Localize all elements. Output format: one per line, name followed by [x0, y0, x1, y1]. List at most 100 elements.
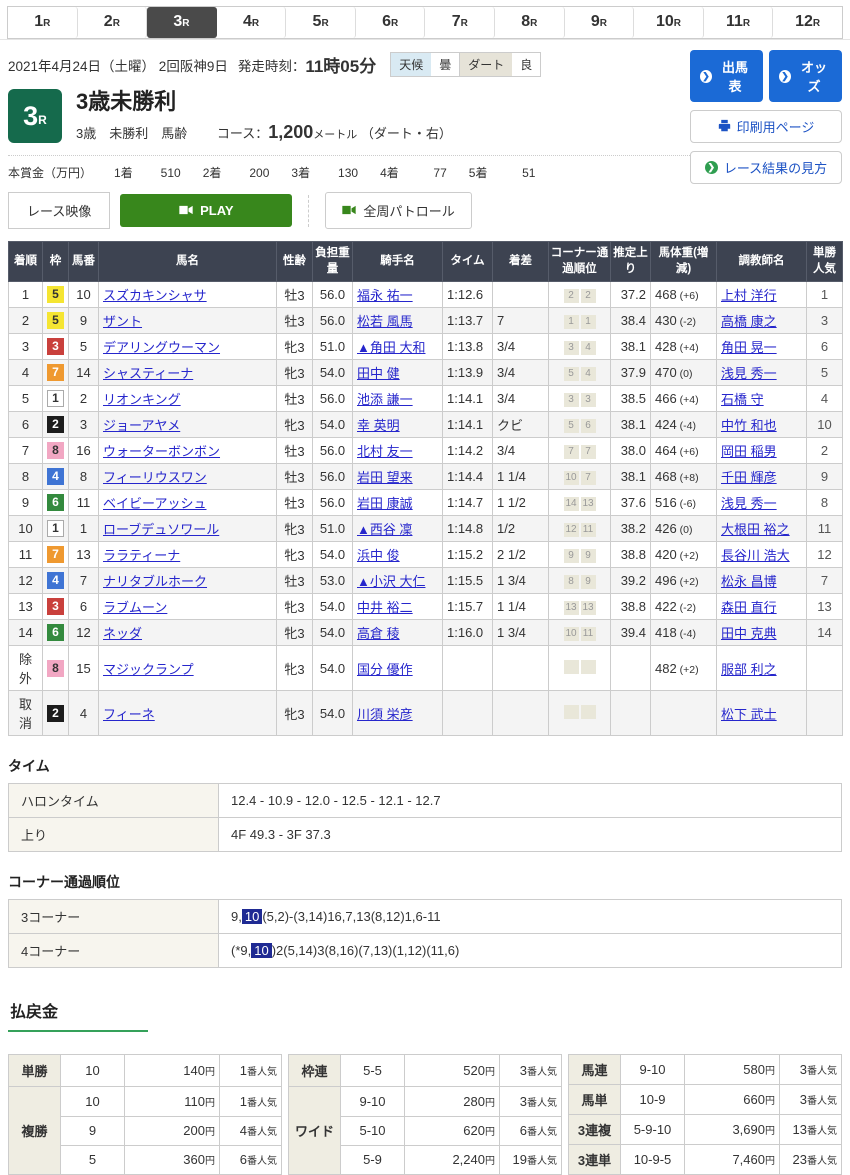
payout-title: 払戻金: [8, 998, 148, 1032]
patrol-video-button[interactable]: 全周パトロール: [325, 192, 471, 229]
horse-name-link[interactable]: フィーネ: [103, 707, 155, 722]
horse-name-link[interactable]: シャスティーナ: [103, 366, 193, 381]
trainer-link[interactable]: 石橋 守: [721, 392, 764, 407]
time-row-label: ハロンタイム: [9, 784, 219, 818]
horse-name-link[interactable]: フィーリウスワン: [103, 470, 207, 485]
corner-box: 7: [564, 445, 579, 459]
trainer-link[interactable]: 中竹 和也: [721, 418, 777, 433]
horse-weight: 466 (+4): [651, 386, 717, 412]
race-tab-6r[interactable]: 6R: [356, 7, 426, 38]
jockey-link[interactable]: ▲西谷 凜: [357, 522, 412, 537]
jockey-link[interactable]: 岩田 康誠: [357, 496, 413, 511]
results-guide-button[interactable]: ❯ レース結果の見方: [690, 151, 842, 184]
jockey-link[interactable]: 川須 栄彦: [357, 707, 413, 722]
print-page-button[interactable]: 印刷用ページ: [690, 110, 842, 143]
jockey-link[interactable]: 池添 謙一: [357, 392, 413, 407]
horse-name-link[interactable]: スズカキンシャサ: [103, 288, 207, 303]
race-tab-4r[interactable]: 4R: [217, 7, 287, 38]
win-popularity: 10: [807, 412, 843, 438]
results-header-row: 着順枠馬番馬名性齢負担重量騎手名タイム着差コーナー通過順位推定上り馬体重(増減)…: [9, 242, 843, 282]
margin: 7: [493, 308, 549, 334]
horse-number: 5: [69, 334, 99, 360]
race-tab-8r[interactable]: 8R: [495, 7, 565, 38]
race-tab-12r[interactable]: 12R: [773, 7, 842, 38]
jockey-link[interactable]: 国分 優作: [357, 662, 413, 677]
race-tab-10r[interactable]: 10R: [634, 7, 704, 38]
column-header: 枠: [43, 242, 69, 282]
horse-name-link[interactable]: ララティーナ: [103, 548, 180, 563]
jockey-link[interactable]: 幸 英明: [357, 418, 400, 433]
jockey-link[interactable]: 岩田 望来: [357, 470, 413, 485]
horse-weight: 420 (+2): [651, 542, 717, 568]
jockey-link[interactable]: 高倉 稜: [357, 626, 400, 641]
jockey-link[interactable]: 北村 友一: [357, 444, 413, 459]
trainer-link[interactable]: 大根田 裕之: [721, 522, 790, 537]
entry-table-button[interactable]: ❯ 出馬表: [690, 50, 763, 102]
payout-amount: 7,460円: [685, 1145, 780, 1175]
payout-amount: 3,690円: [685, 1115, 780, 1145]
finish-position: 取消: [9, 691, 43, 736]
column-header: コーナー通過順位: [549, 242, 611, 282]
horse-weight: 468 (+8): [651, 464, 717, 490]
race-tab-9r[interactable]: 9R: [565, 7, 635, 38]
payout-amount: 280円: [405, 1087, 500, 1116]
horse-name-link[interactable]: ローブデュソワール: [103, 522, 219, 537]
odds-button[interactable]: ❯ オッズ: [769, 50, 842, 102]
trainer-link[interactable]: 浅見 秀一: [721, 366, 777, 381]
corner-box: 6: [581, 419, 596, 433]
horse-name-link[interactable]: ウォーターボンボン: [103, 444, 220, 459]
jockey-link[interactable]: 福永 祐一: [357, 288, 413, 303]
trainer-link[interactable]: 千田 輝彦: [721, 470, 777, 485]
trainer-link[interactable]: 浅見 秀一: [721, 496, 777, 511]
horse-name-link[interactable]: ジョーアヤメ: [103, 418, 180, 433]
corner-box: 12: [564, 523, 579, 537]
trainer-link[interactable]: 上村 洋行: [721, 288, 777, 303]
track-condition-value: 良: [512, 53, 540, 76]
trainer-link[interactable]: 森田 直行: [721, 600, 777, 615]
column-header: 着差: [493, 242, 549, 282]
finish-position: 8: [9, 464, 43, 490]
jockey-link[interactable]: 浜中 俊: [357, 548, 400, 563]
horse-name-link[interactable]: ラブムーン: [103, 600, 167, 615]
payout-row: 複勝10110円1番人気: [9, 1087, 282, 1116]
corner-positions: 1313: [549, 594, 611, 620]
trainer-link[interactable]: 松下 武士: [721, 707, 777, 722]
horse-name-link[interactable]: ベイビーアッシュ: [103, 496, 206, 511]
play-button[interactable]: PLAY: [120, 194, 292, 227]
jockey-link[interactable]: ▲角田 大和: [357, 340, 425, 355]
race-video-label[interactable]: レース映像: [8, 192, 110, 229]
horse-weight: 428 (+4): [651, 334, 717, 360]
race-tab-5r[interactable]: 5R: [286, 7, 356, 38]
horse-number: 2: [69, 386, 99, 412]
trainer-link[interactable]: 岡田 稲男: [721, 444, 777, 459]
race-tab-2r[interactable]: 2R: [78, 7, 148, 38]
jockey-link[interactable]: 田中 健: [357, 366, 400, 381]
corner-positions: 34: [549, 334, 611, 360]
frame-badge: 8: [47, 442, 64, 459]
horse-name-link[interactable]: デアリングウーマン: [103, 340, 220, 355]
corner-box: 8: [564, 575, 579, 589]
trainer-link[interactable]: 服部 利之: [721, 662, 777, 677]
trainer-link[interactable]: 高橋 康之: [721, 314, 777, 329]
jockey-link[interactable]: ▲小沢 大仁: [357, 574, 425, 589]
jockey-link[interactable]: 松若 風馬: [357, 314, 413, 329]
corner-box: 11: [581, 627, 596, 641]
race-tab-7r[interactable]: 7R: [425, 7, 495, 38]
horse-name-link[interactable]: ナリタブルホーク: [103, 574, 207, 589]
horse-name-link[interactable]: マジックランプ: [103, 662, 194, 677]
finish-time: 1:13.7: [443, 308, 493, 334]
trainer-link[interactable]: 角田 晃一: [721, 340, 777, 355]
horse-name-link[interactable]: ネッダ: [103, 626, 142, 641]
video-row: レース映像 PLAY 全周パトロール: [8, 192, 842, 229]
race-tab-3r[interactable]: 3R: [147, 7, 217, 38]
last-3f: 37.6: [611, 490, 651, 516]
race-tab-11r[interactable]: 11R: [704, 7, 774, 38]
trainer-link[interactable]: 松永 昌博: [721, 574, 777, 589]
trainer-link[interactable]: 田中 克典: [721, 626, 777, 641]
horse-name-link[interactable]: ザント: [103, 314, 142, 329]
horse-name-link[interactable]: リオンキング: [103, 392, 181, 407]
column-header: タイム: [443, 242, 493, 282]
trainer-link[interactable]: 長谷川 浩大: [721, 548, 790, 563]
jockey-link[interactable]: 中井 裕二: [357, 600, 413, 615]
race-tab-1r[interactable]: 1R: [8, 7, 78, 38]
